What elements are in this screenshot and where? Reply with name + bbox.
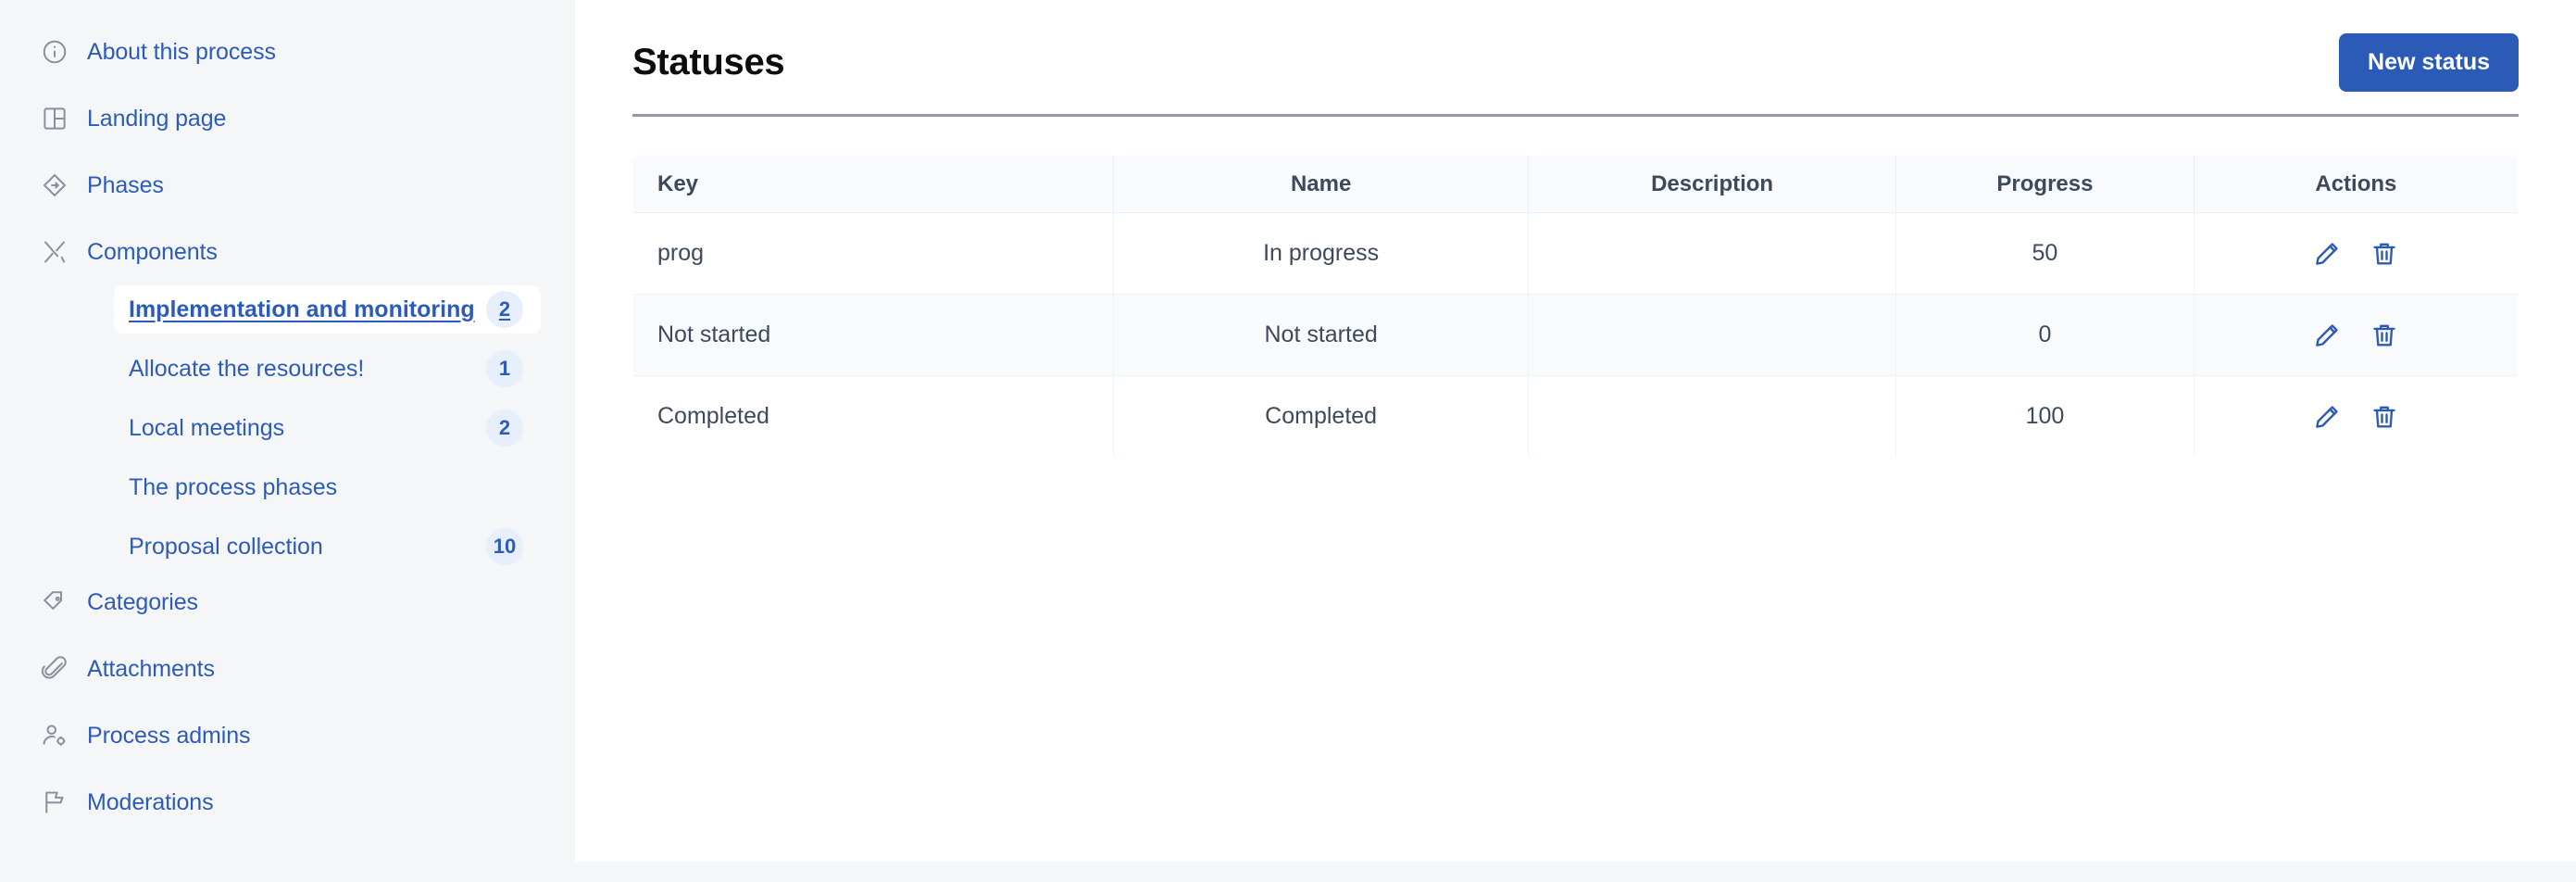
- info-circle-icon: [39, 36, 70, 68]
- flag-icon: [39, 787, 70, 818]
- app-root: About this process Landing page Phases C…: [0, 0, 2576, 882]
- page-title: Statuses: [632, 42, 785, 82]
- layout-grid-icon: [39, 103, 70, 134]
- sidebar-subitem-badge: 10: [486, 528, 523, 565]
- cell-name: Not started: [1113, 294, 1530, 376]
- sidebar-item-moderations[interactable]: Moderations: [0, 782, 575, 823]
- main-content-panel: Statuses New status Key Name Description…: [575, 0, 2576, 862]
- tools-icon: [39, 236, 70, 268]
- sidebar-subitem-proposal-collection[interactable]: Proposal collection 10: [114, 523, 541, 571]
- row-actions: [2213, 376, 2499, 457]
- sidebar-subitem-label: Allocate the resources!: [129, 355, 365, 382]
- cell-actions: [2194, 376, 2518, 458]
- sidebar-subitem-label: Local meetings: [129, 414, 285, 441]
- column-header-actions: Actions: [2194, 156, 2518, 213]
- row-actions: [2213, 295, 2499, 375]
- edit-status-button[interactable]: [2312, 239, 2342, 269]
- sidebar-item-process-admins[interactable]: Process admins: [0, 715, 575, 756]
- edit-status-button[interactable]: [2312, 402, 2342, 432]
- table-body: prog In progress 50 Not started Not star…: [633, 212, 2518, 458]
- trash-icon: [2370, 321, 2398, 349]
- sidebar: About this process Landing page Phases C…: [0, 0, 575, 882]
- sidebar-item-label: Phases: [87, 171, 164, 198]
- cell-key: Completed: [633, 375, 1115, 457]
- sidebar-item-phases[interactable]: Phases: [0, 165, 575, 206]
- sidebar-subitem-label: The process phases: [129, 473, 338, 500]
- sidebar-item-label: Landing page: [87, 105, 227, 132]
- components-sub-list: Implementation and monitoring 2 Allocate…: [0, 285, 575, 571]
- column-header-description: Description: [1528, 156, 1897, 213]
- sidebar-nav-list: About this process Landing page Phases C…: [0, 32, 575, 823]
- new-status-button[interactable]: New status: [2339, 33, 2519, 92]
- sidebar-item-label: Attachments: [87, 655, 215, 682]
- cell-description: [1528, 375, 1897, 457]
- paperclip-icon: [39, 653, 70, 685]
- header-divider: [632, 114, 2519, 117]
- sidebar-item-about-this-process[interactable]: About this process: [0, 32, 575, 72]
- tag-icon: [39, 586, 70, 618]
- sidebar-subitem-local-meetings[interactable]: Local meetings 2: [114, 404, 541, 452]
- sidebar-subitem-allocate-the-resources[interactable]: Allocate the resources! 1: [114, 345, 541, 393]
- sidebar-item-attachments[interactable]: Attachments: [0, 649, 575, 689]
- cell-description: [1528, 294, 1897, 376]
- sidebar-item-landing-page[interactable]: Landing page: [0, 98, 575, 139]
- sidebar-item-components[interactable]: Components: [0, 232, 575, 272]
- sidebar-item-label: About this process: [87, 38, 276, 65]
- cell-description: [1528, 212, 1897, 295]
- main-inner: Statuses New status Key Name Description…: [575, 0, 2576, 458]
- table-header-row: Key Name Description Progress Actions: [633, 156, 2518, 213]
- column-header-name: Name: [1113, 156, 1530, 213]
- diamond-arrow-icon: [39, 170, 70, 201]
- sidebar-subitem-badge: 2: [486, 410, 523, 447]
- user-gear-icon: [39, 720, 70, 751]
- sidebar-subitem-label: Proposal collection: [129, 533, 323, 560]
- table-row: prog In progress 50: [633, 212, 2518, 295]
- trash-icon: [2370, 403, 2398, 431]
- pencil-icon: [2313, 321, 2341, 349]
- column-header-key: Key: [633, 156, 1115, 213]
- cell-name: In progress: [1113, 212, 1530, 295]
- delete-status-button[interactable]: [2370, 402, 2399, 432]
- cell-key: prog: [633, 212, 1115, 295]
- delete-status-button[interactable]: [2370, 321, 2399, 350]
- edit-status-button[interactable]: [2312, 321, 2342, 350]
- pencil-icon: [2313, 403, 2341, 431]
- sidebar-subitem-badge: [486, 469, 523, 506]
- row-actions: [2213, 213, 2499, 294]
- statuses-table: Key Name Description Progress Actions pr…: [632, 155, 2519, 458]
- cell-actions: [2194, 294, 2518, 376]
- sidebar-subitem-badge: 1: [486, 350, 523, 387]
- delete-status-button[interactable]: [2370, 239, 2399, 269]
- sidebar-subitem-implementation-and-monitoring[interactable]: Implementation and monitoring 2: [114, 285, 541, 334]
- trash-icon: [2370, 240, 2398, 268]
- pencil-icon: [2313, 240, 2341, 268]
- cell-actions: [2194, 212, 2518, 295]
- table-row: Not started Not started 0: [633, 294, 2518, 376]
- sidebar-item-label: Categories: [87, 588, 198, 615]
- cell-key: Not started: [633, 294, 1115, 376]
- table-row: Completed Completed 100: [633, 375, 2518, 458]
- cell-progress: 100: [1895, 375, 2195, 457]
- sidebar-item-categories[interactable]: Categories: [0, 582, 575, 623]
- sidebar-item-label: Process admins: [87, 722, 251, 749]
- page-header: Statuses New status: [632, 33, 2519, 114]
- cell-name: Completed: [1113, 375, 1530, 457]
- sidebar-subitem-the-process-phases[interactable]: The process phases: [114, 463, 541, 511]
- sidebar-item-label: Components: [87, 238, 218, 265]
- cell-progress: 50: [1895, 212, 2195, 295]
- column-header-progress: Progress: [1895, 156, 2195, 213]
- sidebar-subitem-label: Implementation and monitoring: [129, 296, 475, 322]
- sidebar-item-label: Moderations: [87, 788, 214, 815]
- cell-progress: 0: [1895, 294, 2195, 376]
- sidebar-subitem-badge: 2: [486, 291, 523, 328]
- table-header: Key Name Description Progress Actions: [633, 156, 2518, 213]
